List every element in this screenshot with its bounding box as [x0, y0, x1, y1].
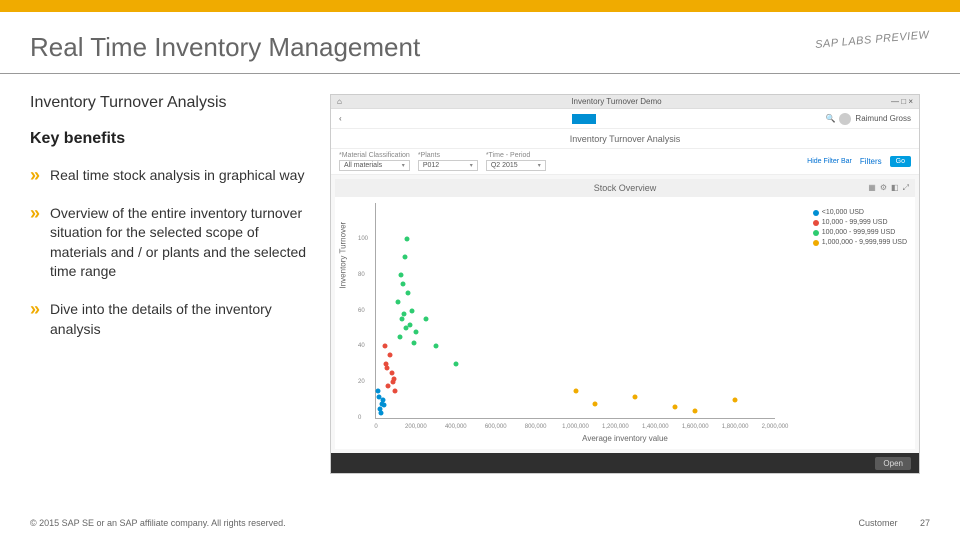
filter-time: *Time - Period Q2 2015▾	[486, 152, 546, 171]
legend-item[interactable]: 1,000,000 - 9,999,999 USD	[813, 239, 907, 246]
time-select[interactable]: Q2 2015▾	[486, 160, 546, 171]
chart-toolbar: ▦ ⚙ ◧ ⤢	[868, 183, 909, 193]
search-icon[interactable]: 🔍	[825, 114, 835, 123]
bullet-icon: »	[30, 166, 40, 186]
list-item: » Dive into the details of the inventory …	[30, 300, 310, 339]
filter-bar: *Material Classification All materials▾ …	[331, 149, 919, 175]
slide-header: Real Time Inventory Management SAP LABS …	[0, 12, 960, 74]
bullet-text: Real time stock analysis in graphical wa…	[50, 166, 304, 186]
material-select[interactable]: All materials▾	[339, 160, 410, 171]
plants-select[interactable]: P012▾	[418, 160, 478, 171]
chart-title: Stock Overview	[335, 179, 915, 197]
chart-legend: <10,000 USD 10,000 - 99,999 USD 100,000 - …	[813, 209, 907, 249]
filter-label: *Time - Period	[486, 152, 546, 159]
filter-label: *Material Classification	[339, 152, 410, 159]
open-button[interactable]: Open	[875, 457, 911, 470]
bullet-text: Dive into the details of the inventory a…	[50, 300, 310, 339]
slide-footer: © 2015 SAP SE or an SAP affiliate compan…	[30, 518, 930, 528]
chevron-down-icon: ▾	[402, 162, 405, 169]
bullet-icon: »	[30, 204, 40, 282]
list-item: » Real time stock analysis in graphical w…	[30, 166, 310, 186]
user-name: Raimund Gross	[855, 114, 911, 123]
go-button[interactable]: Go	[890, 156, 911, 167]
filter-material: *Material Classification All materials▾	[339, 152, 410, 171]
page-number: 27	[920, 518, 930, 528]
content-row: Inventory Turnover Analysis Key benefits…	[0, 74, 960, 474]
chart-icon[interactable]: ◧	[891, 183, 899, 193]
expand-icon[interactable]: ⤢	[903, 183, 909, 193]
legend-item[interactable]: <10,000 USD	[813, 209, 907, 216]
section-subtitle: Inventory Turnover Analysis	[30, 94, 310, 112]
chevron-down-icon: ▾	[538, 162, 541, 169]
chevron-down-icon: ▾	[470, 162, 473, 169]
filter-plants: *Plants P012▾	[418, 152, 478, 171]
accent-bar	[0, 0, 960, 12]
benefits-list: » Real time stock analysis in graphical w…	[30, 166, 310, 339]
back-icon[interactable]: ‹	[339, 114, 342, 123]
filters-button[interactable]: Filters	[860, 157, 882, 166]
page-title: Real Time Inventory Management	[30, 32, 930, 63]
avatar	[839, 113, 851, 125]
app-footer: Open	[331, 453, 919, 473]
footer-right: Customer 27	[858, 518, 930, 528]
window-controls: — □ ×	[891, 97, 913, 106]
app-title-bar: Inventory Turnover Analysis	[331, 129, 919, 149]
copyright-text: © 2015 SAP SE or an SAP affiliate compan…	[30, 518, 286, 528]
hide-filter-link[interactable]: Hide Filter Bar	[807, 158, 852, 165]
bullet-icon: »	[30, 300, 40, 339]
gear-icon[interactable]: ⚙	[880, 183, 887, 193]
user-area[interactable]: 🔍 Raimund Gross	[825, 113, 911, 125]
benefits-heading: Key benefits	[30, 130, 310, 148]
legend-item[interactable]: 10,000 - 99,999 USD	[813, 219, 907, 226]
filter-label: *Plants	[418, 152, 478, 159]
view-icon[interactable]: ▦	[868, 183, 876, 193]
scatter-plot[interactable]: 0200,000400,000600,000800,0001,000,0001,…	[375, 203, 775, 419]
list-item: »Overview of the entire inventory turnov…	[30, 204, 310, 282]
sap-logo-icon	[572, 114, 596, 124]
home-icon: ⌂	[337, 97, 342, 106]
audience-label: Customer	[858, 518, 897, 528]
y-axis-label: Inventory Turnover	[339, 222, 348, 289]
x-axis-label: Average inventory value	[582, 434, 668, 443]
chart-panel: Stock Overview ▦ ⚙ ◧ ⤢ Inventory Turnove…	[335, 179, 915, 449]
legend-item[interactable]: 100,000 - 999,999 USD	[813, 229, 907, 236]
app-screenshot: ⌂ Inventory Turnover Demo — □ × ‹ 🔍 Raim…	[330, 94, 920, 474]
app-title: Inventory Turnover Analysis	[570, 134, 681, 144]
browser-chrome: ⌂ Inventory Turnover Demo — □ ×	[331, 95, 919, 109]
bullet-text: Overview of the entire inventory turnove…	[50, 204, 310, 282]
left-column: Inventory Turnover Analysis Key benefits…	[30, 94, 330, 474]
window-title: Inventory Turnover Demo	[571, 97, 661, 106]
app-header: ‹ 🔍 Raimund Gross	[331, 109, 919, 129]
